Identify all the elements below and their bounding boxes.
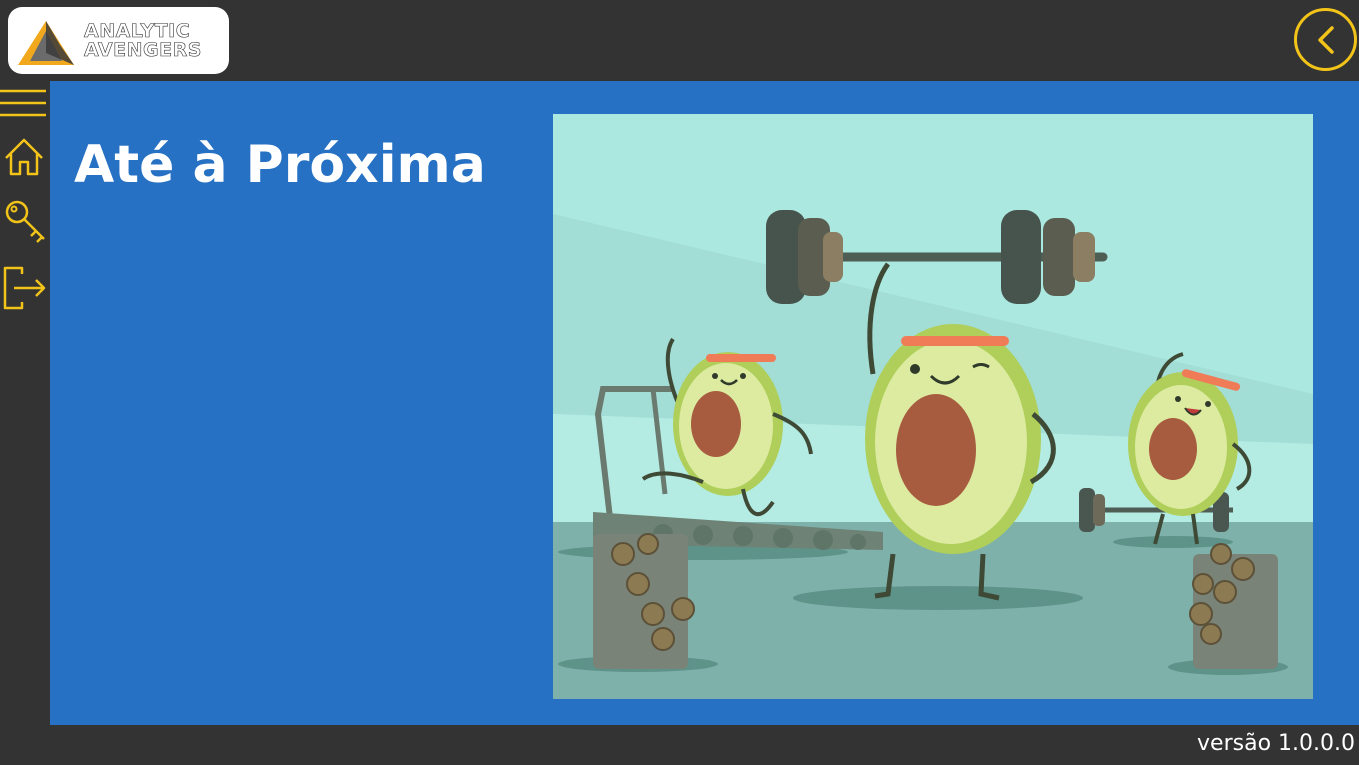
menu-icon	[0, 89, 46, 117]
menu-button[interactable]	[0, 86, 48, 122]
page-title: Até à Próxima	[74, 135, 486, 195]
back-button[interactable]	[1294, 8, 1357, 71]
top-bar: ANALYTIC AVENGERS	[0, 0, 1359, 80]
logout-button[interactable]	[0, 264, 48, 312]
home-icon	[5, 138, 43, 176]
version-label: versão 1.0.0.0	[1197, 731, 1355, 756]
avocado-gym-illustration	[553, 114, 1313, 699]
home-button[interactable]	[0, 136, 48, 178]
app-logo: ANALYTIC AVENGERS	[8, 7, 229, 74]
sidebar	[0, 80, 48, 725]
logo-text-line1: ANALYTIC	[84, 20, 191, 42]
chevron-left-icon	[1318, 26, 1334, 54]
key-icon	[5, 200, 45, 243]
key-button[interactable]	[0, 198, 48, 246]
logo-text-line2: AVENGERS	[84, 39, 202, 61]
footer-bar: versão 1.0.0.0	[0, 725, 1359, 765]
triangle-logo-icon	[18, 21, 74, 65]
logout-icon	[3, 266, 46, 310]
main-panel: Até à Próxima	[50, 81, 1359, 725]
